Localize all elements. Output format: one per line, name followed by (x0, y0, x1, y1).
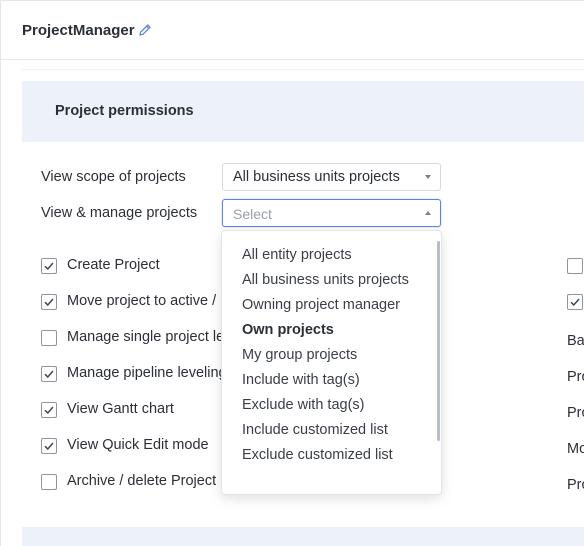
view-scope-select[interactable]: All business units projects (222, 163, 441, 191)
dropdown-option[interactable]: Include customized list (242, 422, 388, 438)
dropdown-option-highlighted[interactable]: Own projects (242, 322, 334, 338)
right-checkbox[interactable] (567, 294, 583, 310)
dropdown-option[interactable]: Owning project manager (242, 297, 400, 313)
dropdown-option[interactable]: Include with tag(s) (242, 372, 360, 388)
dropdown-option[interactable]: All business units projects (242, 272, 409, 288)
checkbox[interactable] (41, 366, 57, 382)
permission-label: Move project to active / (67, 293, 217, 309)
chevron-up-icon (425, 211, 431, 215)
dropdown-option[interactable]: All entity projects (242, 247, 352, 263)
permission-label: View Quick Edit mode (67, 437, 209, 453)
checkbox[interactable] (41, 330, 57, 346)
section-title: Project permissions (55, 103, 194, 119)
checkbox[interactable] (41, 294, 57, 310)
dropdown-option[interactable]: My group projects (242, 347, 357, 363)
right-label: Pro (567, 477, 584, 493)
header: ProjectManager (0, 0, 584, 60)
dropdown-option[interactable]: Exclude customized list (242, 447, 393, 463)
page-title: ProjectManager (22, 22, 135, 39)
chevron-down-icon (425, 175, 431, 179)
dropdown-option[interactable]: Exclude with tag(s) (242, 397, 365, 413)
checkbox[interactable] (41, 438, 57, 454)
right-label: Ba (567, 333, 584, 349)
view-manage-placeholder: Select (233, 206, 272, 222)
view-manage-label: View & manage projects (41, 205, 198, 221)
view-manage-select[interactable]: Select (222, 199, 441, 227)
next-section-header (22, 527, 584, 546)
right-checkbox[interactable] (567, 258, 583, 274)
view-manage-dropdown-menu: All entity projects All business units p… (221, 230, 442, 495)
permission-label: View Gantt chart (67, 401, 174, 417)
section-header: Project permissions (22, 81, 584, 142)
permission-label: Create Project (67, 257, 160, 273)
permission-label: Archive / delete Project (67, 473, 217, 489)
right-label: Mo (567, 441, 584, 457)
checkbox[interactable] (41, 402, 57, 418)
right-label: Pro (567, 405, 584, 421)
permission-label: Manage single project le (67, 329, 225, 345)
dropdown-scrollbar[interactable] (437, 241, 440, 441)
pencil-icon[interactable] (137, 22, 155, 40)
checkbox[interactable] (41, 258, 57, 274)
permission-label: Manage pipeline leveling (67, 365, 227, 381)
right-label: Pro (567, 369, 584, 385)
view-scope-value: All business units projects (233, 169, 400, 185)
checkbox[interactable] (41, 474, 57, 490)
divider (22, 60, 584, 70)
view-scope-label: View scope of projects (41, 169, 186, 185)
